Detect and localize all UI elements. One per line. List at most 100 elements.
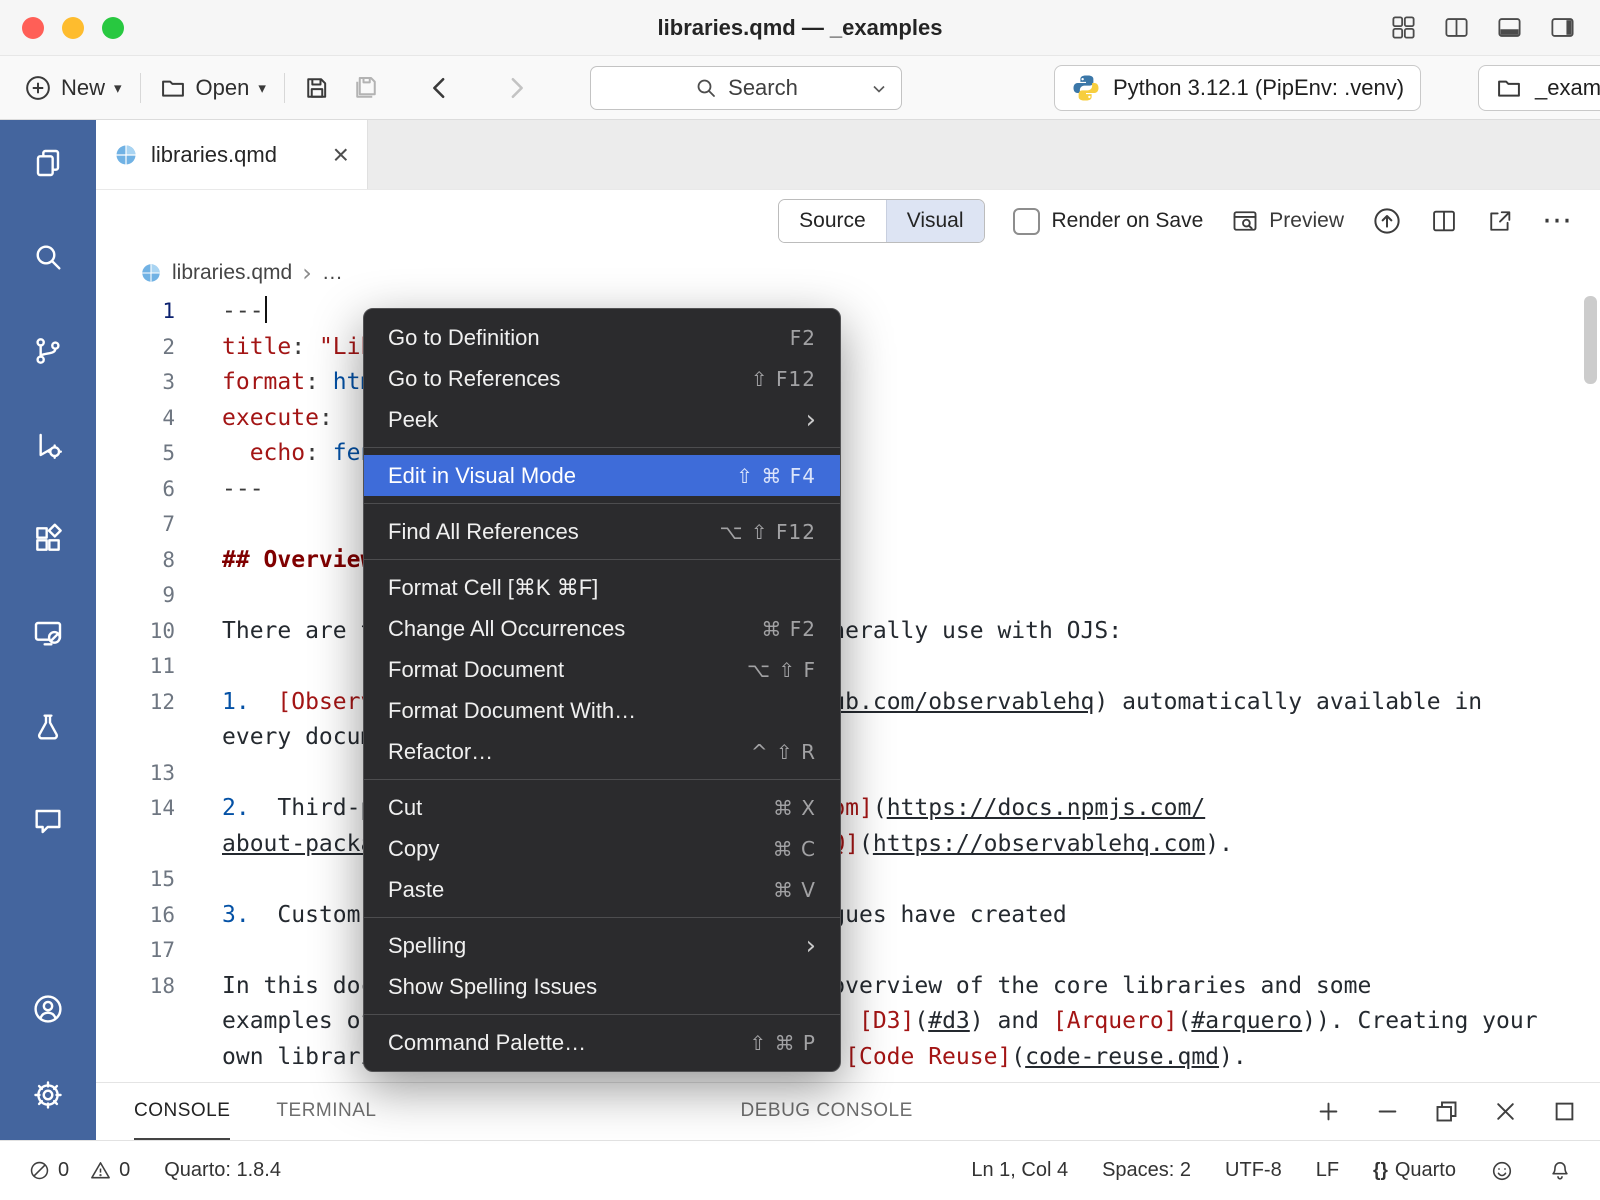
breadcrumb[interactable]: libraries.qmd › … xyxy=(96,252,1600,294)
code-line[interactable]: 8## Overview xyxy=(96,543,1600,579)
menu-item-command-palette[interactable]: Command Palette…⇧ ⌘ P xyxy=(364,1022,840,1063)
panel-tab-console[interactable]: CONSOLE xyxy=(134,1083,230,1140)
back-button[interactable] xyxy=(425,73,455,103)
code-line[interactable]: every document. xyxy=(96,720,1600,756)
toggle-secondary-sidebar-icon[interactable] xyxy=(1549,14,1576,41)
zoom-window-button[interactable] xyxy=(102,17,124,39)
code-line[interactable]: about-packages-and-modules) and [Observa… xyxy=(96,827,1600,863)
toggle-panel-icon[interactable] xyxy=(1496,14,1523,41)
menu-item-go-to-references[interactable]: Go to References⇧ F12 xyxy=(364,358,840,399)
menu-item-peek[interactable]: Peek› xyxy=(364,399,840,440)
close-window-button[interactable] xyxy=(22,17,44,39)
chat-icon[interactable] xyxy=(31,804,65,838)
menu-item-change-all-occurrences[interactable]: Change All Occurrences⌘ F2 xyxy=(364,608,840,649)
code-line[interactable]: 1--- xyxy=(96,294,1600,330)
menu-item-spelling[interactable]: Spelling› xyxy=(364,925,840,966)
more-actions-button[interactable]: ⋯ xyxy=(1542,206,1572,236)
breadcrumb-file[interactable]: libraries.qmd xyxy=(172,261,292,285)
code-line[interactable]: 7 xyxy=(96,507,1600,543)
menu-item-format-document-with[interactable]: Format Document With… xyxy=(364,690,840,731)
indentation-status[interactable]: Spaces: 2 xyxy=(1102,1159,1191,1182)
feedback-icon[interactable] xyxy=(1490,1159,1514,1183)
panel-tab-terminal[interactable]: TERMINAL xyxy=(276,1083,376,1140)
code-line[interactable]: examples of using third-party libraries … xyxy=(96,1004,1600,1040)
menu-item-go-to-definition[interactable]: Go to DefinitionF2 xyxy=(364,317,840,358)
minimize-window-button[interactable] xyxy=(62,17,84,39)
publish-button[interactable] xyxy=(1372,206,1402,236)
save-all-button[interactable] xyxy=(341,73,391,103)
menu-item-cut[interactable]: Cut⌘ X xyxy=(364,787,840,828)
open-in-new-window-button[interactable] xyxy=(1486,207,1514,235)
testing-icon[interactable] xyxy=(31,710,65,744)
code-line[interactable]: 15 xyxy=(96,862,1600,898)
close-panel-icon[interactable] xyxy=(1492,1098,1519,1125)
account-icon[interactable] xyxy=(31,992,65,1026)
menu-item-copy[interactable]: Copy⌘ C xyxy=(364,828,840,869)
code-line[interactable]: 2title: "Libraries" xyxy=(96,330,1600,366)
render-on-save-checkbox[interactable] xyxy=(1013,208,1040,235)
toggle-sidebar-icon[interactable] xyxy=(1443,14,1470,41)
code-line[interactable]: 17 xyxy=(96,933,1600,969)
restore-panel-icon[interactable] xyxy=(1433,1098,1460,1125)
tab-libraries-qmd[interactable]: libraries.qmd × xyxy=(96,120,368,189)
chevron-down-icon: ▾ xyxy=(258,79,266,97)
open-button[interactable]: Open ▾ xyxy=(149,74,276,102)
code-line[interactable]: 163. Custom libraries that you or your c… xyxy=(96,898,1600,934)
encoding-status[interactable]: UTF-8 xyxy=(1225,1159,1282,1182)
save-button[interactable] xyxy=(293,74,341,102)
split-editor-button[interactable] xyxy=(1430,207,1458,235)
source-control-icon[interactable] xyxy=(31,334,65,368)
customize-layout-icon[interactable] xyxy=(1390,14,1417,41)
code-line[interactable]: 11 xyxy=(96,649,1600,685)
explorer-icon[interactable] xyxy=(31,146,65,180)
interpreter-selector[interactable]: Python 3.12.1 (PipEnv: .venv) xyxy=(1054,65,1421,111)
code-line[interactable]: 6--- xyxy=(96,472,1600,508)
code-line[interactable]: 142. Third-party JavaScript libraries fr… xyxy=(96,791,1600,827)
close-tab-icon[interactable]: × xyxy=(333,141,349,169)
search-box[interactable]: Search xyxy=(590,66,902,110)
language-mode-status[interactable]: {} Quarto xyxy=(1373,1159,1456,1182)
eol-status[interactable]: LF xyxy=(1316,1159,1339,1182)
code-line[interactable]: 13 xyxy=(96,756,1600,792)
code-line[interactable]: 5 echo: fenced xyxy=(96,436,1600,472)
forward-button[interactable] xyxy=(501,73,531,103)
line-number: 9 xyxy=(96,578,222,614)
line-number: 5 xyxy=(96,436,222,472)
minimize-panel-icon[interactable] xyxy=(1374,1098,1401,1125)
editor-scrollbar[interactable] xyxy=(1584,296,1597,384)
code-line[interactable]: 4execute: xyxy=(96,401,1600,437)
code-editor[interactable]: 1---2title: "Libraries"3format: html4exe… xyxy=(96,294,1600,1082)
code-line[interactable]: 9 xyxy=(96,578,1600,614)
menu-separator xyxy=(364,779,840,780)
code-line[interactable]: own libraries for use with OJS is covere… xyxy=(96,1040,1600,1076)
notifications-bell-icon[interactable] xyxy=(1548,1159,1572,1183)
workspace-selector[interactable]: _examples xyxy=(1478,65,1600,111)
add-console-icon[interactable] xyxy=(1315,1098,1342,1125)
preview-button[interactable]: Preview xyxy=(1231,207,1344,235)
new-button[interactable]: New ▾ xyxy=(14,74,132,102)
breadcrumb-more[interactable]: … xyxy=(322,261,343,285)
menu-item-paste[interactable]: Paste⌘ V xyxy=(364,869,840,910)
visual-mode-button[interactable]: Visual xyxy=(886,200,984,242)
panel-tab-debug-console[interactable]: DEBUG CONSOLE xyxy=(741,1083,913,1140)
search-icon[interactable] xyxy=(31,240,65,274)
code-line[interactable]: 121. [Observable core libraries](https:/… xyxy=(96,685,1600,721)
code-line[interactable]: 3format: html xyxy=(96,365,1600,401)
menu-item-find-all-references[interactable]: Find All References⌥ ⇧ F12 xyxy=(364,511,840,552)
menu-item-edit-in-visual-mode[interactable]: Edit in Visual Mode⇧ ⌘ F4 xyxy=(364,455,840,496)
extensions-icon[interactable] xyxy=(31,522,65,556)
menu-item-format-document[interactable]: Format Document⌥ ⇧ F xyxy=(364,649,840,690)
cursor-position-status[interactable]: Ln 1, Col 4 xyxy=(971,1159,1068,1182)
problems-status[interactable]: 0 0 xyxy=(28,1159,130,1182)
quarto-version-status[interactable]: Quarto: 1.8.4 xyxy=(164,1159,281,1182)
sessions-icon[interactable] xyxy=(31,616,65,650)
menu-item-refactor[interactable]: Refactor…^ ⇧ R xyxy=(364,731,840,772)
run-debug-icon[interactable] xyxy=(31,428,65,462)
settings-gear-icon[interactable] xyxy=(31,1078,65,1112)
menu-item-format-cell-k-f[interactable]: Format Cell [⌘K ⌘F] xyxy=(364,567,840,608)
menu-item-show-spelling-issues[interactable]: Show Spelling Issues xyxy=(364,966,840,1007)
code-line[interactable]: 10There are three types of libraries you… xyxy=(96,614,1600,650)
maximize-panel-icon[interactable] xyxy=(1551,1098,1578,1125)
code-line[interactable]: 18In this document we'll provide a high … xyxy=(96,969,1600,1005)
source-mode-button[interactable]: Source xyxy=(779,200,886,242)
